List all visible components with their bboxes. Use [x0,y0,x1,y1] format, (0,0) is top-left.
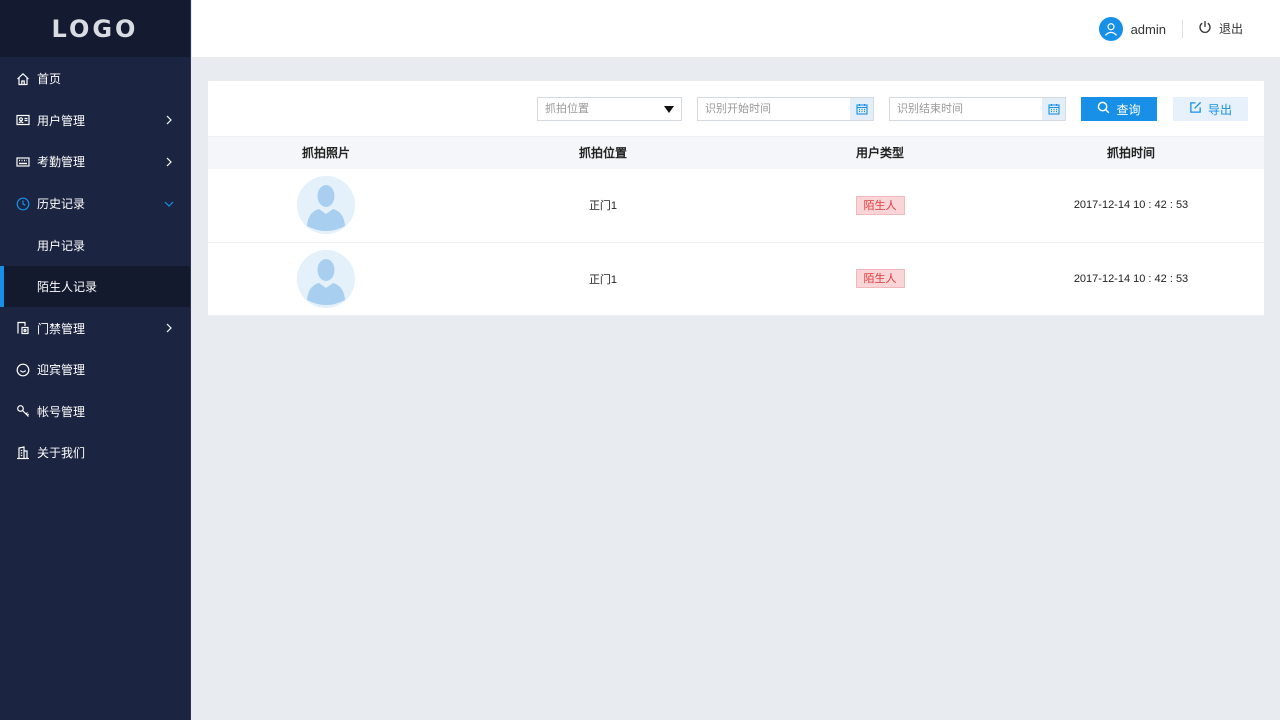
user-avatar-icon [1098,17,1123,41]
export-button-label: 导出 [1207,102,1232,117]
sidebar: LOGO 首页 用户管理 考勤管理 历史记录 用户记录 陌生人记录 门禁管理 迎… [0,0,191,720]
column-header[interactable]: 抓拍照片 [208,136,444,169]
table-header-row: 抓拍照片 抓拍位置 用户类型 抓拍时间 [208,136,1264,169]
home-icon [16,72,30,86]
start-date-input[interactable] [698,98,848,120]
building-icon [16,446,30,460]
clock-icon [16,197,30,211]
sidebar-item-reception[interactable]: 迎宾管理 [0,349,190,391]
id-card-icon [16,113,30,127]
power-icon [1198,20,1212,37]
time-cell: 2017-12-14 10 : 42 : 53 [1073,199,1189,211]
edit-export-icon [1189,101,1202,117]
header-divider [1182,20,1183,38]
search-icon [1097,101,1110,117]
user-menu[interactable]: admin [1098,17,1166,41]
user-type-badge: 陌生人 [855,195,905,215]
column-header[interactable]: 抓拍时间 [998,136,1264,169]
filter-toolbar: 抓拍位置 查询 导出 [208,81,1264,136]
column-header[interactable]: 抓拍位置 [444,136,762,169]
table-row[interactable]: 正门1 陌生人 2017-12-14 10 : 42 : 53 [208,242,1264,316]
table-row[interactable]: 正门1 陌生人 2017-12-14 10 : 42 : 53 [208,169,1264,243]
sidebar-item-account[interactable]: 帐号管理 [0,391,190,433]
person-placeholder-icon[interactable] [297,176,355,234]
key-icon [16,404,30,418]
chevron-down-icon [164,199,174,209]
door-icon [16,321,30,335]
photo-cell [208,242,444,316]
start-date-field [697,97,874,121]
user-type-badge: 陌生人 [855,269,905,289]
sidebar-nav: 首页 用户管理 考勤管理 历史记录 用户记录 陌生人记录 门禁管理 迎宾管理 帐… [0,57,190,474]
location-cell: 正门1 [588,200,618,212]
top-header: admin 退出 [192,0,1280,57]
sidebar-subitem-label: 陌生人记录 [37,280,98,295]
logout-label: 退出 [1218,22,1243,36]
sidebar-item-label: 用户管理 [37,113,86,128]
query-button[interactable]: 查询 [1081,97,1157,121]
logo[interactable]: LOGO [0,0,190,57]
records-table: 抓拍照片 抓拍位置 用户类型 抓拍时间 正门1 陌生人 2017-12-14 1… [208,136,1264,316]
sidebar-subitem-label: 用户记录 [37,238,86,253]
sidebar-item-access-control[interactable]: 门禁管理 [0,307,190,349]
sidebar-subitem-user-records[interactable]: 用户记录 [0,224,190,266]
keyboard-icon [16,155,30,169]
smile-icon [16,363,30,377]
logout-button[interactable]: 退出 [1198,20,1243,37]
sidebar-item-history[interactable]: 历史记录 [0,183,190,225]
time-cell: 2017-12-14 10 : 42 : 53 [1073,272,1189,285]
sidebar-item-label: 迎宾管理 [37,363,86,378]
caret-down-icon [664,106,674,113]
end-date-field [889,97,1066,121]
sidebar-item-about[interactable]: 关于我们 [0,432,190,474]
records-panel: 抓拍位置 查询 导出 [208,81,1264,316]
sidebar-item-label: 帐号管理 [37,404,86,419]
sidebar-item-attendance[interactable]: 考勤管理 [0,141,190,183]
sidebar-item-label: 门禁管理 [37,321,86,336]
calendar-icon[interactable] [1042,98,1065,120]
sidebar-item-user-management[interactable]: 用户管理 [0,100,190,142]
photo-cell [208,169,444,243]
chevron-right-icon [164,115,174,125]
column-header[interactable]: 用户类型 [762,136,998,169]
chevron-right-icon [164,323,174,333]
username: admin [1130,21,1166,37]
calendar-icon[interactable] [850,98,873,120]
export-button[interactable]: 导出 [1173,97,1248,121]
sidebar-subitem-stranger-records[interactable]: 陌生人记录 [0,265,190,308]
end-date-input[interactable] [890,98,1040,120]
sidebar-item-label: 首页 [37,72,62,87]
location-select[interactable]: 抓拍位置 [537,97,682,121]
location-cell: 正门1 [588,273,618,286]
type-cell: 陌生人 [762,242,998,316]
query-button-label: 查询 [1116,102,1141,117]
sidebar-item-label: 考勤管理 [37,155,86,170]
person-placeholder-icon[interactable] [297,249,355,308]
chevron-right-icon [164,157,174,167]
sidebar-item-label: 关于我们 [37,446,86,461]
sidebar-item-home[interactable]: 首页 [0,58,190,100]
location-select-placeholder: 抓拍位置 [545,103,589,115]
sidebar-item-label: 历史记录 [37,197,86,212]
type-cell: 陌生人 [762,169,998,243]
